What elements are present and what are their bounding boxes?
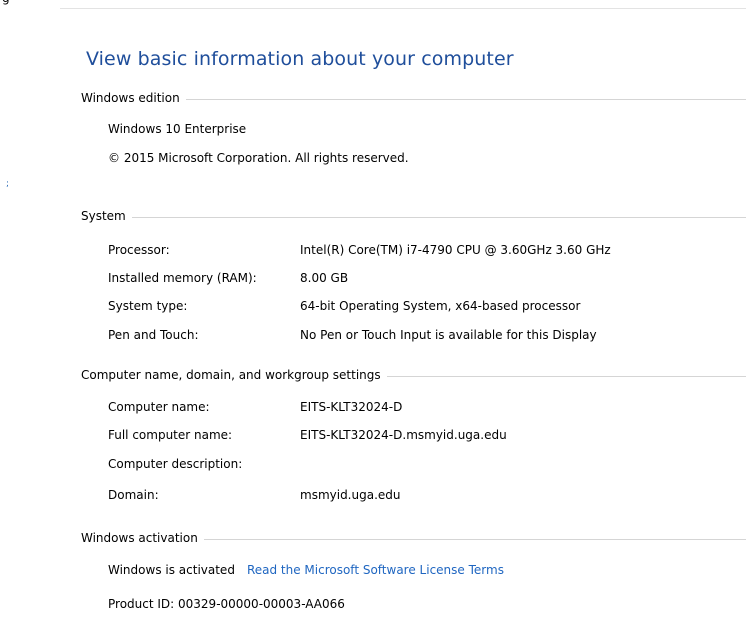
row-label: System type: — [108, 299, 188, 313]
page-title: View basic information about your comput… — [86, 48, 514, 70]
row-value: 64-bit Operating System, x64-based proce… — [300, 299, 581, 313]
row-label: Full computer name: — [108, 428, 233, 442]
row-value: msmyid.uga.edu — [300, 488, 401, 502]
system-row-processor: Processor: Intel(R) Core(TM) i7-4790 CPU… — [108, 243, 611, 257]
top-divider — [60, 8, 746, 9]
section-label: System — [81, 209, 126, 223]
row-value: 8.00 GB — [300, 271, 349, 285]
left-edge-mark: ; — [6, 179, 10, 189]
section-header-system: System — [81, 209, 746, 223]
windows-edition-name: Windows 10 Enterprise — [108, 122, 247, 136]
row-value: EITS-KLT32024-D — [300, 400, 403, 414]
row-value: EITS-KLT32024-D.msmyid.uga.edu — [300, 428, 507, 442]
row-label: Domain: — [108, 488, 159, 502]
section-header-computer-name: Computer name, domain, and workgroup set… — [81, 368, 746, 382]
row-label: Pen and Touch: — [108, 328, 199, 342]
activation-status: Windows is activated — [108, 563, 235, 577]
product-id: Product ID: 00329-00000-00003-AA066 — [108, 597, 345, 611]
system-row-memory: Installed memory (RAM): 8.00 GB — [108, 271, 348, 285]
system-row-pen-touch: Pen and Touch: No Pen or Touch Input is … — [108, 328, 597, 342]
top-text-fragment: g — [2, 0, 10, 5]
section-divider — [203, 538, 746, 540]
row-value: Intel(R) Core(TM) i7-4790 CPU @ 3.60GHz … — [300, 243, 611, 257]
section-label: Windows activation — [81, 531, 198, 545]
section-divider — [131, 216, 746, 218]
section-divider — [185, 98, 746, 100]
section-divider — [386, 375, 746, 377]
row-value: No Pen or Touch Input is available for t… — [300, 328, 597, 342]
section-header-activation: Windows activation — [81, 531, 746, 545]
activation-status-row: Windows is activated Read the Microsoft … — [108, 563, 504, 577]
computer-row-description: Computer description: — [108, 457, 300, 471]
row-label: Computer name: — [108, 400, 210, 414]
system-row-system-type: System type: 64-bit Operating System, x6… — [108, 299, 580, 313]
computer-row-full-name: Full computer name: EITS-KLT32024-D.msmy… — [108, 428, 507, 442]
section-label: Windows edition — [81, 91, 180, 105]
section-label: Computer name, domain, and workgroup set… — [81, 368, 381, 382]
row-label: Processor: — [108, 243, 170, 257]
computer-row-name: Computer name: EITS-KLT32024-D — [108, 400, 402, 414]
section-header-windows-edition: Windows edition — [81, 91, 746, 105]
top-cut-region: g — [0, 0, 746, 10]
copyright-text: © 2015 Microsoft Corporation. All rights… — [108, 151, 409, 165]
row-label: Computer description: — [108, 457, 243, 471]
row-label: Installed memory (RAM): — [108, 271, 257, 285]
license-terms-link[interactable]: Read the Microsoft Software License Term… — [247, 563, 504, 577]
computer-row-domain: Domain: msmyid.uga.edu — [108, 488, 401, 502]
system-properties-page: g ; View basic information about your co… — [0, 0, 746, 617]
